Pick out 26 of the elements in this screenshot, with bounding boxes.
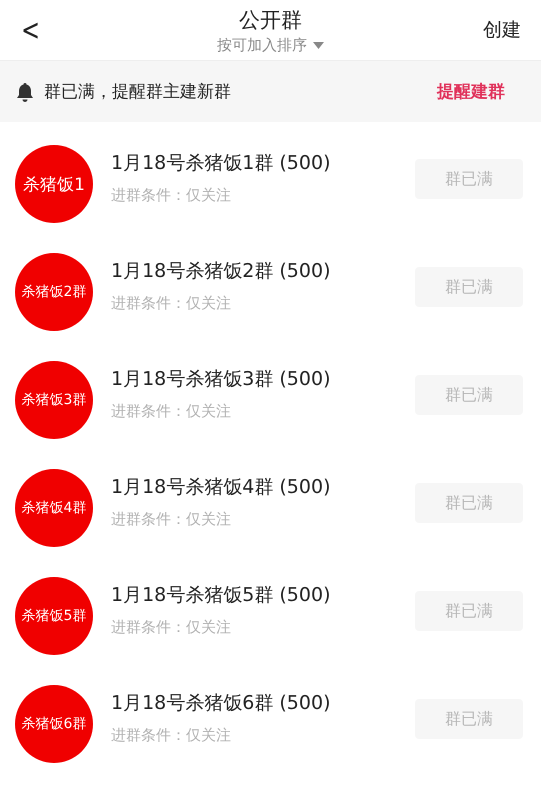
avatar-label: 杀猪饭4群 bbox=[22, 499, 86, 517]
back-button[interactable]: < bbox=[16, 12, 44, 48]
notice-text: 群已满，提醒群主建新群 bbox=[44, 81, 232, 103]
group-name: 1月18号杀猪饭5群 (500) bbox=[111, 582, 332, 608]
group-name: 1月18号杀猪饭4群 (500) bbox=[111, 474, 332, 500]
avatar-label: 杀猪饭1 bbox=[23, 174, 85, 196]
caret-icon bbox=[313, 42, 324, 48]
group-name: 1月18号杀猪饭1群 (500) bbox=[111, 150, 332, 176]
avatar-label: 杀猪饭2群 bbox=[22, 283, 86, 301]
avatar-label: 杀猪饭3群 bbox=[22, 391, 86, 409]
sort-dropdown[interactable]: 按可加入排序 bbox=[217, 36, 324, 54]
join-condition: 进群条件：仅关注 bbox=[111, 294, 232, 312]
join-condition: 进群条件：仅关注 bbox=[111, 618, 232, 636]
create-button[interactable]: 创建 bbox=[483, 17, 521, 43]
avatar-label: 杀猪饭5群 bbox=[22, 607, 86, 625]
remind-link[interactable]: 提醒建群 bbox=[437, 80, 505, 103]
join-condition: 进群条件：仅关注 bbox=[111, 186, 232, 204]
avatar-label: 杀猪饭6群 bbox=[22, 715, 86, 733]
group-name: 1月18号杀猪饭3群 (500) bbox=[111, 366, 332, 392]
group-name: 1月18号杀猪饭2群 (500) bbox=[111, 258, 332, 284]
join-condition: 进群条件：仅关注 bbox=[111, 510, 232, 528]
join-condition: 进群条件：仅关注 bbox=[111, 726, 232, 744]
page-title: 公开群 bbox=[239, 6, 302, 34]
bell-icon bbox=[16, 82, 34, 102]
group-name: 1月18号杀猪饭6群 (500) bbox=[111, 690, 332, 716]
join-condition: 进群条件：仅关注 bbox=[111, 402, 232, 420]
